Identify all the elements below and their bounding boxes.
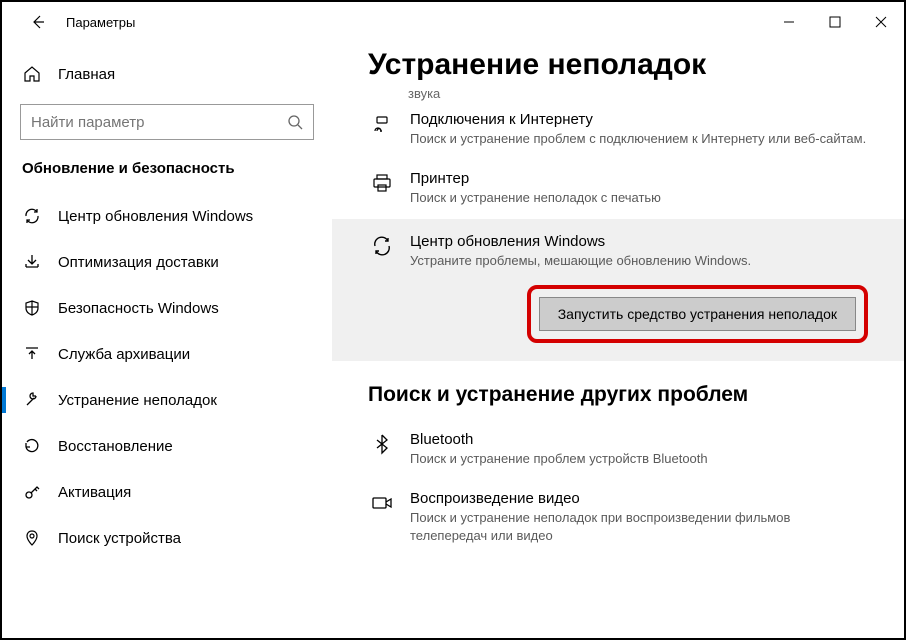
download-icon xyxy=(22,253,42,271)
sidebar-item-label: Оптимизация доставки xyxy=(58,254,219,271)
sidebar-item-activation[interactable]: Активация xyxy=(2,469,332,515)
sidebar-item-label: Центр обновления Windows xyxy=(58,208,253,225)
wrench-icon xyxy=(22,391,42,409)
sidebar-item-label: Безопасность Windows xyxy=(58,300,219,317)
sidebar-item-windows-update[interactable]: Центр обновления Windows xyxy=(2,193,332,239)
recovery-icon xyxy=(22,437,42,455)
sidebar-item-windows-security[interactable]: Безопасность Windows xyxy=(2,285,332,331)
troubleshooter-desc: Поиск и устранение проблем с подключение… xyxy=(410,130,868,148)
sidebar-item-delivery-optimization[interactable]: Оптимизация доставки xyxy=(2,239,332,285)
maximize-button[interactable] xyxy=(812,2,858,42)
sidebar-item-label: Устранение неполадок xyxy=(58,392,217,409)
close-icon xyxy=(875,16,887,28)
page-title: Устранение неполадок xyxy=(368,48,868,82)
sidebar-item-label: Служба архивации xyxy=(58,346,190,363)
sidebar-section-title: Обновление и безопасность xyxy=(2,154,332,193)
subheading: Поиск и устранение других проблем xyxy=(368,383,868,407)
key-icon xyxy=(22,483,42,501)
troubleshooter-desc: Поиск и устранение проблем устройств Blu… xyxy=(410,450,868,468)
back-button[interactable] xyxy=(18,2,58,42)
arrow-left-icon xyxy=(30,14,46,30)
printer-icon xyxy=(368,170,396,207)
main-content: Устранение неполадок звука Подключения к… xyxy=(332,42,904,640)
search-icon xyxy=(287,114,303,130)
minimize-button[interactable] xyxy=(766,2,812,42)
sidebar-item-label: Поиск устройства xyxy=(58,530,181,547)
troubleshooter-internet[interactable]: Подключения к Интернету Поиск и устранен… xyxy=(368,101,868,160)
annotation-highlight: Запустить средство устранения неполадок xyxy=(527,285,868,343)
video-icon xyxy=(368,490,396,545)
truncated-text: звука xyxy=(368,86,868,101)
close-button[interactable] xyxy=(858,2,904,42)
home-icon xyxy=(22,65,42,83)
sidebar: Главная Обновление и безопасность Центр … xyxy=(2,42,332,640)
search-box[interactable] xyxy=(20,104,314,140)
troubleshooter-printer[interactable]: Принтер Поиск и устранение неполадок с п… xyxy=(368,160,868,219)
troubleshooter-bluetooth[interactable]: Bluetooth Поиск и устранение проблем уст… xyxy=(368,421,868,480)
sidebar-item-label: Восстановление xyxy=(58,438,173,455)
troubleshooter-title: Принтер xyxy=(410,170,868,187)
troubleshooter-windows-update[interactable]: Центр обновления Windows Устраните пробл… xyxy=(332,219,904,360)
home-label: Главная xyxy=(58,66,115,83)
search-input[interactable] xyxy=(31,114,287,131)
troubleshooter-desc: Поиск и устранение неполадок с печатью xyxy=(410,189,868,207)
sidebar-item-backup[interactable]: Служба архивации xyxy=(2,331,332,377)
sidebar-item-recovery[interactable]: Восстановление xyxy=(2,423,332,469)
sidebar-item-find-device[interactable]: Поиск устройства xyxy=(2,515,332,561)
shield-icon xyxy=(22,299,42,317)
troubleshooter-desc: Поиск и устранение неполадок при воспрои… xyxy=(410,509,868,545)
app-title: Параметры xyxy=(66,15,135,30)
window-controls xyxy=(766,2,904,42)
troubleshooter-title: Подключения к Интернету xyxy=(410,111,868,128)
minimize-icon xyxy=(783,16,795,28)
sync-icon xyxy=(368,233,396,270)
troubleshooter-title: Воспроизведение видео xyxy=(410,490,868,507)
wifi-icon xyxy=(368,111,396,148)
sidebar-item-troubleshoot[interactable]: Устранение неполадок xyxy=(2,377,332,423)
backup-icon xyxy=(22,345,42,363)
location-icon xyxy=(22,529,42,547)
sidebar-item-label: Активация xyxy=(58,484,131,501)
titlebar: Параметры xyxy=(2,2,904,42)
troubleshooter-video-playback[interactable]: Воспроизведение видео Поиск и устранение… xyxy=(368,480,868,557)
troubleshooter-title: Центр обновления Windows xyxy=(410,233,868,250)
troubleshooter-title: Bluetooth xyxy=(410,431,868,448)
bluetooth-icon xyxy=(368,431,396,468)
sync-icon xyxy=(22,207,42,225)
maximize-icon xyxy=(829,16,841,28)
troubleshooter-desc: Устраните проблемы, мешающие обновлению … xyxy=(410,252,868,270)
home-link[interactable]: Главная xyxy=(2,54,332,94)
run-troubleshooter-button[interactable]: Запустить средство устранения неполадок xyxy=(539,297,856,331)
